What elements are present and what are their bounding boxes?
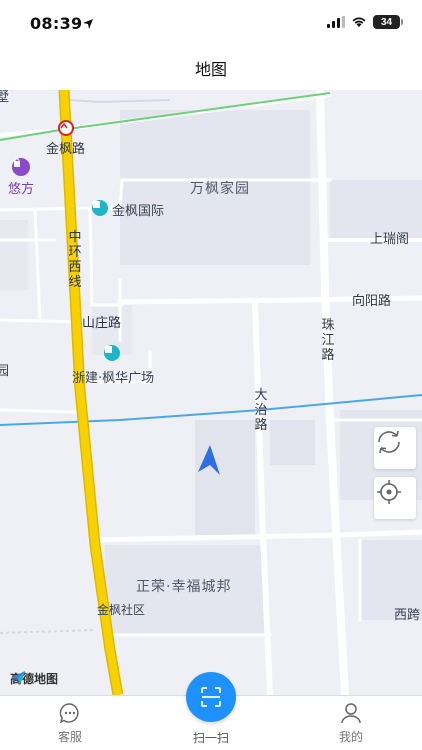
chat-bubble-icon bbox=[59, 703, 79, 724]
battery-level: 34 bbox=[380, 16, 393, 28]
status-bar: 08:39 34 bbox=[0, 0, 422, 46]
status-icons: 34 bbox=[327, 15, 403, 29]
wifi-icon bbox=[352, 17, 366, 27]
locate-button[interactable] bbox=[374, 477, 416, 519]
map-label-xikua[interactable]: 西跨 bbox=[394, 604, 420, 623]
status-time: 08:39 bbox=[30, 14, 83, 33]
map-label-shanzhuang[interactable]: 山庄路 bbox=[82, 312, 121, 331]
user-icon bbox=[341, 703, 361, 724]
poi-building-icon[interactable] bbox=[92, 200, 108, 216]
map-view[interactable]: 墅 金枫路 悠方 万枫家园 金枫国际 上瑞阁 中环西线 向阳路 山庄路 珠江路 … bbox=[0, 90, 422, 695]
refresh-button[interactable] bbox=[374, 427, 416, 469]
map-label-edge-top: 墅 bbox=[0, 90, 10, 105]
map-label-jinfeng-community[interactable]: 金枫社区 bbox=[97, 601, 145, 618]
map-label-xiangyang[interactable]: 向阳路 bbox=[352, 290, 391, 309]
amap-logo-icon bbox=[11, 671, 25, 685]
metro-station-icon[interactable] bbox=[58, 120, 74, 136]
map-label-jinfeng-intl[interactable]: 金枫国际 bbox=[112, 200, 164, 219]
map-label-shangrui[interactable]: 上瑞阁 bbox=[370, 228, 409, 247]
battery-icon: 34 bbox=[373, 15, 403, 29]
nav-label-service: 客服 bbox=[57, 730, 82, 744]
scan-icon bbox=[201, 687, 221, 707]
map-label-zhengrong[interactable]: 正荣·幸福城邦 bbox=[136, 576, 231, 596]
nav-item-mine[interactable]: 我的 bbox=[316, 702, 386, 745]
poi-building-icon[interactable] bbox=[104, 345, 120, 361]
location-arrow-icon bbox=[82, 15, 94, 34]
map-label-edge-mid: 园 bbox=[0, 364, 10, 379]
map-label-jinfeng-road[interactable]: 金枫路 bbox=[46, 138, 85, 157]
nav-item-service[interactable]: 客服 bbox=[35, 702, 105, 745]
nav-label-mine: 我的 bbox=[338, 730, 363, 744]
map-label-wanfeng[interactable]: 万枫家园 bbox=[190, 178, 250, 198]
scan-button[interactable] bbox=[186, 672, 236, 722]
refresh-icon bbox=[378, 430, 400, 454]
nav-label-scan[interactable]: 扫一扫 bbox=[171, 729, 251, 746]
map-label-fenghua[interactable]: 浙建·枫华广场 bbox=[72, 367, 154, 386]
map-label-dazhi[interactable]: 大治路 bbox=[253, 388, 269, 433]
signal-icon bbox=[327, 16, 345, 28]
bottom-nav: 客服 扫一扫 我的 bbox=[0, 672, 422, 750]
map-label-youfang[interactable]: 悠方 bbox=[8, 178, 34, 197]
title-bar: 地图 bbox=[0, 46, 422, 90]
map-label-zhonghuan[interactable]: 中环西线 bbox=[67, 230, 83, 290]
crosshair-icon bbox=[377, 480, 401, 504]
poi-purple-icon[interactable] bbox=[12, 158, 30, 176]
map-brand: 高德地图 bbox=[10, 670, 58, 687]
page-title: 地图 bbox=[194, 60, 227, 79]
map-label-zhujiang[interactable]: 珠江路 bbox=[320, 318, 336, 363]
